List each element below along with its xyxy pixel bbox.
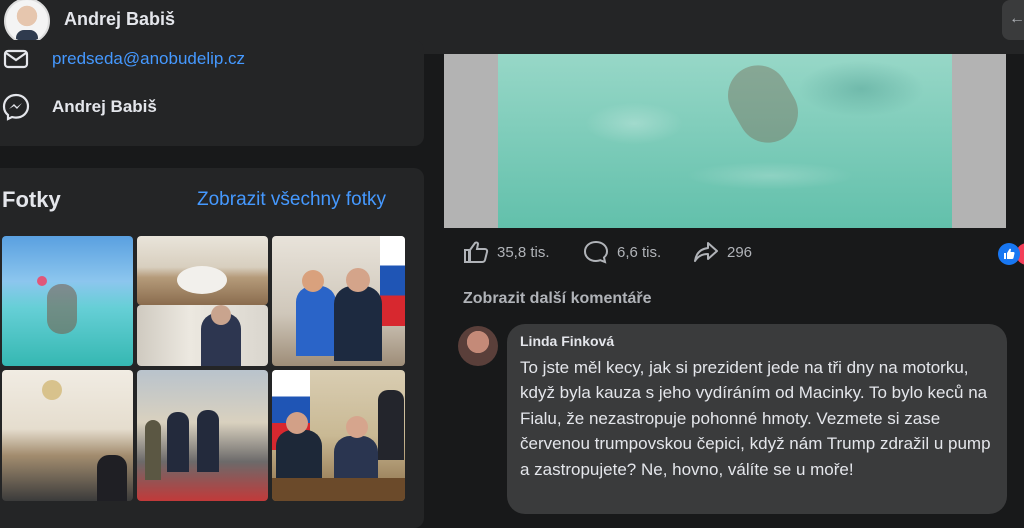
comment-bubble-icon — [583, 240, 609, 264]
shares-count: 296 — [727, 243, 753, 261]
photos-title: Fotky — [2, 187, 61, 212]
photo-thumbnail[interactable] — [137, 370, 268, 501]
like-action[interactable]: 35,8 tis. — [463, 240, 550, 264]
comment-action[interactable]: 6,6 tis. — [583, 240, 661, 264]
email-row: predseda@anobudelip.cz — [0, 44, 245, 74]
comment-author[interactable]: Linda Finková — [520, 333, 614, 349]
email-link[interactable]: predseda@anobudelip.cz — [52, 49, 245, 69]
photo-thumbnail[interactable] — [2, 370, 133, 501]
share-action[interactable]: 296 — [693, 240, 752, 264]
likes-count: 35,8 tis. — [497, 243, 550, 261]
share-arrow-icon — [693, 240, 719, 264]
back-button[interactable]: ← — [1002, 0, 1024, 40]
commenter-avatar[interactable] — [458, 326, 498, 366]
comments-count: 6,6 tis. — [617, 243, 662, 261]
video-letterbox-right — [952, 54, 1006, 228]
comment-text: To jste měl kecy, jak si prezident jede … — [520, 358, 991, 479]
photo-thumbnail[interactable] — [137, 305, 268, 366]
sea-water-image — [498, 54, 952, 228]
page-name[interactable]: Andrej Babiš — [64, 9, 175, 30]
messenger-name[interactable]: Andrej Babiš — [52, 97, 157, 117]
mail-icon — [0, 43, 32, 75]
video-letterbox-left — [444, 54, 498, 228]
contact-card: predseda@anobudelip.cz Andrej Babiš — [0, 40, 424, 146]
post-video[interactable] — [444, 54, 1006, 228]
photo-thumbnail[interactable] — [137, 236, 268, 305]
photo-thumbnail[interactable] — [272, 236, 405, 366]
see-all-photos-link[interactable]: Zobrazit všechny fotky — [197, 189, 386, 211]
thumbs-up-icon — [463, 240, 489, 264]
like-reaction-icon — [998, 243, 1020, 265]
messenger-row: Andrej Babiš — [0, 92, 157, 122]
swimmer-shape — [717, 54, 809, 154]
messenger-icon — [0, 91, 32, 123]
more-comments-link[interactable]: Zobrazit další komentáře — [463, 290, 652, 308]
profile-avatar[interactable] — [4, 0, 50, 44]
photo-thumbnail[interactable] — [272, 370, 405, 501]
photo-thumbnail[interactable] — [2, 236, 133, 366]
